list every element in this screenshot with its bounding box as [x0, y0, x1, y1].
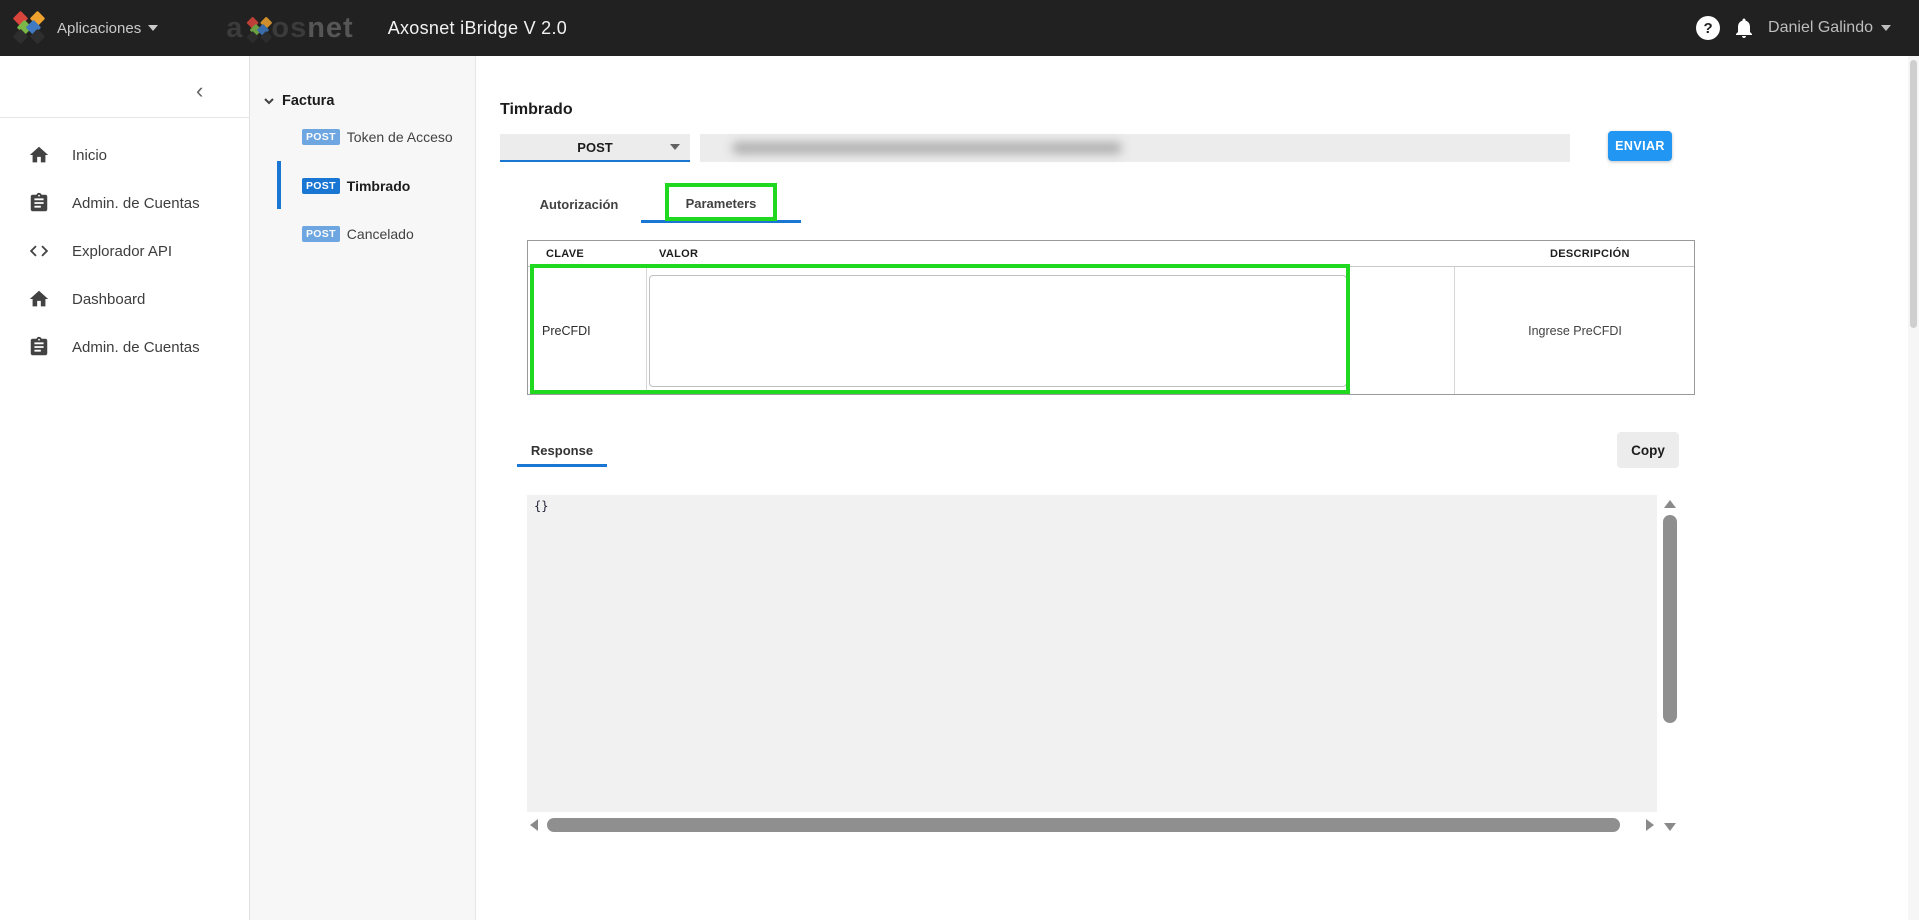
api-item-label: Cancelado [347, 226, 414, 242]
redacted-url-text [732, 142, 1122, 154]
aplicaciones-menu[interactable]: Aplicaciones [57, 20, 158, 37]
tab-parameters[interactable]: Parameters [641, 186, 801, 223]
chevron-down-icon [264, 96, 274, 106]
post-method-badge: POST [302, 226, 340, 242]
response-vertical-scrollbar[interactable] [1659, 495, 1681, 836]
request-url-input[interactable] [700, 134, 1570, 162]
column-divider [646, 267, 647, 394]
tab-autorizacion[interactable]: Autorización [517, 186, 641, 223]
sidebar-item-inicio[interactable]: Inicio [0, 131, 250, 179]
sidebar-item-dashboard[interactable]: Dashboard [0, 275, 250, 323]
response-output-area: {} [527, 495, 1657, 812]
brand-mid: os [271, 12, 307, 45]
axosnet-watermark-logo: a os net [226, 12, 353, 45]
app-title: Axosnet iBridge V 2.0 [388, 18, 567, 39]
main-sidebar: ‹ Inicio Admin. de Cuentas Explorador AP… [0, 56, 250, 920]
horizontal-scroll-thumb[interactable] [547, 818, 1620, 832]
axosnet-logo-icon [13, 12, 45, 44]
parameters-table-header: CLAVE VALOR DESCRIPCIÓN [528, 241, 1694, 267]
post-method-badge: POST [302, 129, 340, 145]
api-group-factura[interactable]: Factura [264, 88, 334, 114]
user-name: Daniel Galindo [1768, 19, 1873, 37]
scroll-left-icon[interactable] [530, 819, 538, 831]
scroll-right-icon[interactable] [1646, 819, 1654, 831]
caret-down-icon [1881, 25, 1891, 31]
copy-button[interactable]: Copy [1617, 432, 1679, 468]
user-menu[interactable]: Daniel Galindo [1768, 19, 1891, 37]
sidebar-item-admin-cuentas-2[interactable]: Admin. de Cuentas [0, 323, 250, 371]
home-icon [28, 144, 50, 166]
help-icon[interactable]: ? [1696, 16, 1720, 40]
sidebar-divider [0, 117, 250, 118]
clipboard-icon [28, 336, 50, 358]
vertical-scroll-thumb[interactable] [1663, 515, 1677, 723]
post-method-badge: POST [302, 178, 340, 194]
caret-down-icon [148, 25, 158, 31]
param-description-label: Ingrese PreCFDI [1454, 267, 1696, 394]
sidebar-item-label: Explorador API [72, 243, 172, 260]
sidebar-item-label: Admin. de Cuentas [72, 195, 200, 212]
method-select-value: POST [577, 140, 612, 155]
api-item-label: Token de Acceso [347, 129, 453, 145]
sidebar-item-admin-cuentas[interactable]: Admin. de Cuentas [0, 179, 250, 227]
page-title: Timbrado [500, 101, 573, 119]
aplicaciones-label: Aplicaciones [57, 20, 141, 37]
scroll-down-icon[interactable] [1664, 823, 1676, 831]
brand-prefix: a [226, 12, 243, 45]
brand-suffix: net [307, 12, 354, 45]
sidebar-item-label: Inicio [72, 147, 107, 164]
code-icon [28, 240, 50, 262]
notifications-bell-icon[interactable] [1732, 16, 1756, 40]
home-icon [28, 288, 50, 310]
response-horizontal-scrollbar[interactable] [527, 814, 1657, 836]
response-json-text: {} [534, 499, 548, 513]
column-header-descripcion: DESCRIPCIÓN [1550, 241, 1630, 267]
api-item-timbrado[interactable]: POST Timbrado [302, 173, 410, 198]
page-scrollbar[interactable] [1908, 56, 1919, 920]
active-item-indicator [277, 161, 281, 209]
method-select[interactable]: POST [500, 134, 690, 162]
scroll-up-icon[interactable] [1664, 500, 1676, 508]
param-key-label: PreCFDI [542, 267, 591, 394]
sidebar-item-label: Admin. de Cuentas [72, 339, 200, 356]
tab-response[interactable]: Response [517, 437, 607, 467]
enviar-button[interactable]: ENVIAR [1608, 131, 1672, 161]
api-item-label: Timbrado [347, 178, 411, 194]
top-app-bar: Aplicaciones a os net Axosnet iBridge V … [0, 0, 1919, 56]
api-nav-panel: Factura POST Token de Acceso POST Timbra… [250, 56, 476, 920]
select-arrow-icon [670, 144, 680, 150]
main-content: Timbrado POST ENVIAR Autorización Parame… [476, 56, 1919, 920]
sidebar-collapse-icon[interactable]: ‹ [192, 76, 207, 106]
axosnet-mini-logo-icon [247, 18, 268, 39]
sidebar-item-explorador-api[interactable]: Explorador API [0, 227, 250, 275]
sidebar-item-label: Dashboard [72, 291, 145, 308]
column-header-valor: VALOR [659, 241, 698, 267]
clipboard-icon [28, 192, 50, 214]
api-group-label: Factura [282, 93, 334, 109]
page-scroll-thumb[interactable] [1910, 60, 1917, 328]
api-item-token-de-acceso[interactable]: POST Token de Acceso [302, 124, 453, 149]
column-header-clave: CLAVE [546, 241, 584, 267]
api-item-cancelado[interactable]: POST Cancelado [302, 221, 414, 246]
parameters-table: CLAVE VALOR DESCRIPCIÓN PreCFDI Ingrese … [527, 240, 1695, 395]
param-value-textarea[interactable] [649, 275, 1347, 387]
